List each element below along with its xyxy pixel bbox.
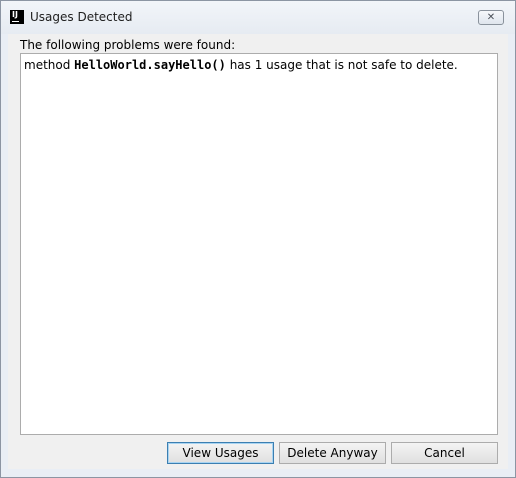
usages-detected-dialog: IJ Usages Detected ✕ The following probl…	[0, 0, 516, 478]
problems-heading: The following problems were found:	[20, 38, 236, 52]
message-prefix: method	[24, 58, 75, 72]
intellij-icon: IJ	[10, 10, 24, 24]
window-title: Usages Detected	[30, 10, 133, 24]
cancel-button[interactable]: Cancel	[391, 442, 498, 464]
dialog-content: The following problems were found: metho…	[8, 34, 508, 469]
view-usages-button[interactable]: View Usages	[167, 442, 274, 464]
delete-anyway-button[interactable]: Delete Anyway	[279, 442, 386, 464]
app-icon-text: IJ	[12, 10, 18, 19]
app-icon-bar	[12, 21, 19, 22]
method-name: HelloWorld.sayHello()	[74, 58, 226, 72]
problems-text-area[interactable]: method HelloWorld.sayHello() has 1 usage…	[20, 53, 498, 435]
title-bar[interactable]: IJ Usages Detected ✕	[1, 1, 515, 34]
close-icon: ✕	[486, 12, 496, 23]
problem-message: method HelloWorld.sayHello() has 1 usage…	[24, 58, 458, 73]
message-suffix: has 1 usage that is not safe to delete.	[225, 58, 458, 72]
close-button[interactable]: ✕	[478, 10, 504, 25]
